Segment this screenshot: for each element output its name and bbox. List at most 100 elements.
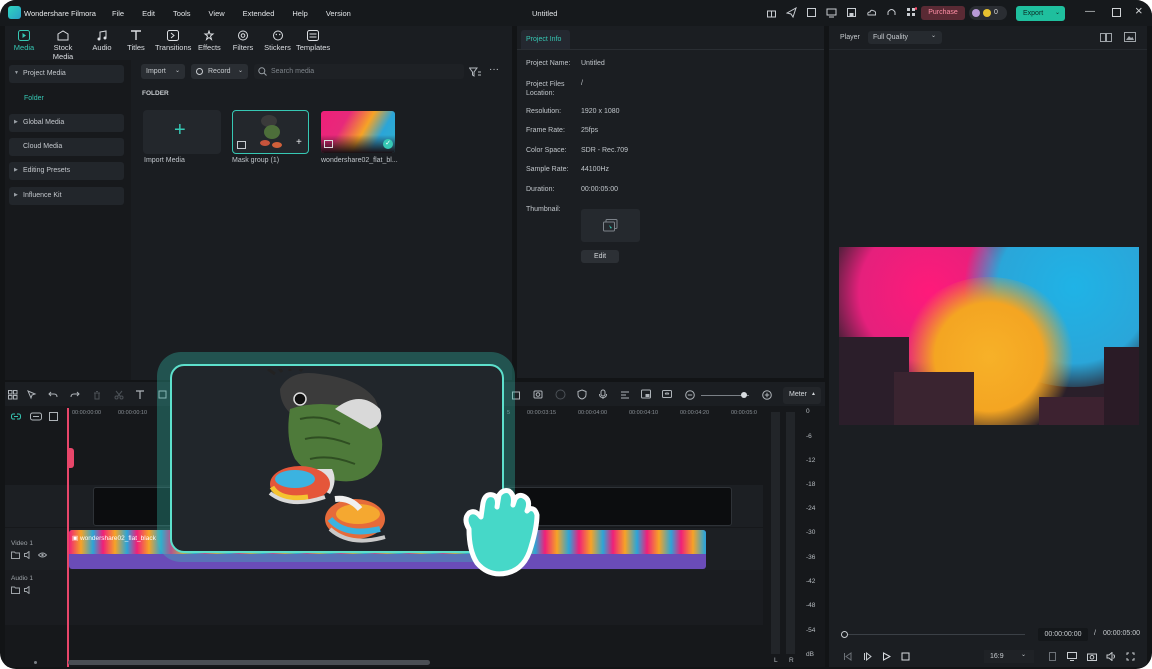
info-value: 00:00:05:00 (581, 186, 618, 193)
sidebar-item-cloud-media[interactable]: Cloud Media (9, 138, 124, 156)
import-media-card[interactable]: + (143, 110, 221, 154)
toolbar-media[interactable]: Media (13, 30, 35, 52)
toolbar-audio[interactable]: Audio (91, 30, 113, 52)
previous-frame-icon[interactable] (843, 652, 852, 661)
menu-extended[interactable]: Extended (243, 9, 275, 18)
save-icon[interactable] (846, 7, 857, 18)
playhead-marker[interactable] (67, 448, 74, 468)
display-icon[interactable] (1067, 652, 1077, 661)
add-to-timeline-icon[interactable]: + (296, 137, 302, 148)
track-volume-icon[interactable] (24, 586, 33, 594)
eye-icon[interactable] (38, 551, 47, 559)
sidebar-item-folder[interactable]: Folder (24, 95, 44, 102)
link-icon[interactable] (11, 412, 21, 421)
gift-icon[interactable] (766, 7, 777, 18)
media-item-wondershare[interactable]: ✓ (321, 111, 395, 153)
menu-help[interactable]: Help (292, 9, 307, 18)
layout-grid-icon[interactable] (8, 390, 18, 400)
auto-enhance-icon[interactable] (533, 389, 544, 400)
headset-icon[interactable] (886, 7, 897, 18)
monitor-icon[interactable] (826, 7, 837, 18)
import-dropdown[interactable]: Import ⌄ (141, 64, 185, 79)
cloud-icon[interactable] (866, 7, 877, 18)
filter-icon[interactable] (469, 67, 481, 77)
search-icon (258, 67, 267, 76)
search-input[interactable]: Search media (254, 64, 464, 79)
purchase-button[interactable]: Purchase (921, 6, 965, 20)
playback-progress-track[interactable] (843, 634, 1025, 635)
toolbar-titles[interactable]: Titles (126, 30, 146, 52)
zoom-slider-handle[interactable] (741, 392, 747, 398)
track-volume-icon[interactable] (24, 551, 33, 559)
fullscreen-icon[interactable] (1126, 652, 1135, 661)
snapshot-view-icon[interactable] (1124, 32, 1136, 42)
send-icon[interactable] (786, 7, 797, 18)
timeline-scrollbar[interactable] (68, 660, 430, 665)
credits-badge[interactable]: 0 (969, 6, 1007, 20)
play-icon[interactable] (882, 652, 891, 661)
sidebar-item-project-media[interactable]: ▼ Project Media (9, 65, 124, 83)
more-options-icon[interactable]: ··· (489, 64, 499, 75)
toolbar-templates[interactable]: Templates (296, 30, 330, 52)
media-library-icon[interactable] (806, 7, 817, 18)
sidebar-item-influence-kit[interactable]: ▶ Influence Kit (9, 187, 124, 205)
microphone-icon[interactable] (598, 389, 608, 400)
toolbar-filters[interactable]: Filters (232, 30, 254, 52)
video-preview[interactable] (839, 247, 1139, 425)
stop-icon[interactable] (901, 652, 910, 661)
folder-icon[interactable] (11, 551, 20, 559)
toolbar-transitions[interactable]: Transitions (155, 30, 191, 52)
tab-project-info[interactable]: Project Info (521, 30, 570, 49)
quality-dropdown[interactable]: Full Quality ⌄ (868, 31, 942, 44)
current-time[interactable]: 00:00:00:00 (1038, 628, 1088, 641)
toolbar-stickers[interactable]: Stickers (264, 30, 291, 52)
chevron-down-icon: ⌄ (1021, 652, 1027, 658)
folder-icon[interactable] (11, 586, 20, 594)
menu-file[interactable]: File (112, 9, 124, 18)
menu-view[interactable]: View (209, 9, 225, 18)
zoom-out-icon[interactable] (685, 390, 695, 400)
menu-tools[interactable]: Tools (173, 9, 191, 18)
undo-icon[interactable] (48, 390, 58, 400)
record-dropdown[interactable]: Record ⌄ (191, 64, 248, 79)
menu-version[interactable]: Version (326, 9, 351, 18)
text-tool-icon[interactable] (135, 390, 145, 400)
aspect-ratio-dropdown[interactable]: 16:9 ⌄ (984, 650, 1034, 663)
shield-icon[interactable] (577, 389, 587, 400)
apps-grid-icon[interactable] (906, 7, 917, 18)
export-button[interactable]: Export ⌄ (1016, 6, 1065, 21)
play-back-icon[interactable] (863, 652, 872, 661)
camera-icon[interactable] (1087, 652, 1097, 661)
sidebar-item-global-media[interactable]: ▶ Global Media (9, 114, 124, 132)
folder-heading: FOLDER (142, 90, 169, 97)
delete-icon[interactable] (92, 390, 102, 400)
add-track-icon[interactable] (49, 412, 59, 421)
audio-stretch-icon[interactable] (620, 389, 631, 400)
render-preview-icon[interactable] (1048, 652, 1057, 661)
cut-icon[interactable] (114, 390, 124, 400)
sidebar-item-editing-presets[interactable]: ▶ Editing Presets (9, 162, 124, 180)
select-tool-icon[interactable] (27, 390, 37, 400)
media-item-mask-group[interactable]: + (232, 110, 309, 154)
picture-in-picture-icon[interactable] (641, 389, 652, 400)
minimize-button[interactable]: — (1085, 6, 1095, 17)
toolbar-stock-media[interactable]: Stock Media (43, 30, 83, 61)
playhead-handle[interactable] (841, 631, 848, 638)
redo-icon[interactable] (70, 390, 80, 400)
toolbar-effects[interactable]: Effects (198, 30, 221, 52)
timeline-playhead[interactable] (67, 408, 69, 667)
meter-toggle[interactable]: Meter ▲ (783, 387, 821, 404)
info-value: 44100Hz (581, 166, 610, 173)
menu-edit[interactable]: Edit (142, 9, 155, 18)
close-button[interactable]: × (1135, 3, 1143, 18)
grab-hand-cursor-icon (463, 488, 540, 577)
effects-icon (203, 30, 215, 41)
track-link-icon[interactable] (30, 412, 42, 421)
compare-view-icon[interactable] (1100, 33, 1112, 42)
speed-icon[interactable] (555, 389, 566, 400)
zoom-in-icon[interactable] (762, 390, 772, 400)
fit-timeline-icon[interactable] (662, 389, 673, 400)
maximize-button[interactable] (1112, 8, 1121, 17)
volume-icon[interactable] (1106, 652, 1116, 661)
edit-thumbnail-button[interactable]: Edit (581, 250, 619, 263)
